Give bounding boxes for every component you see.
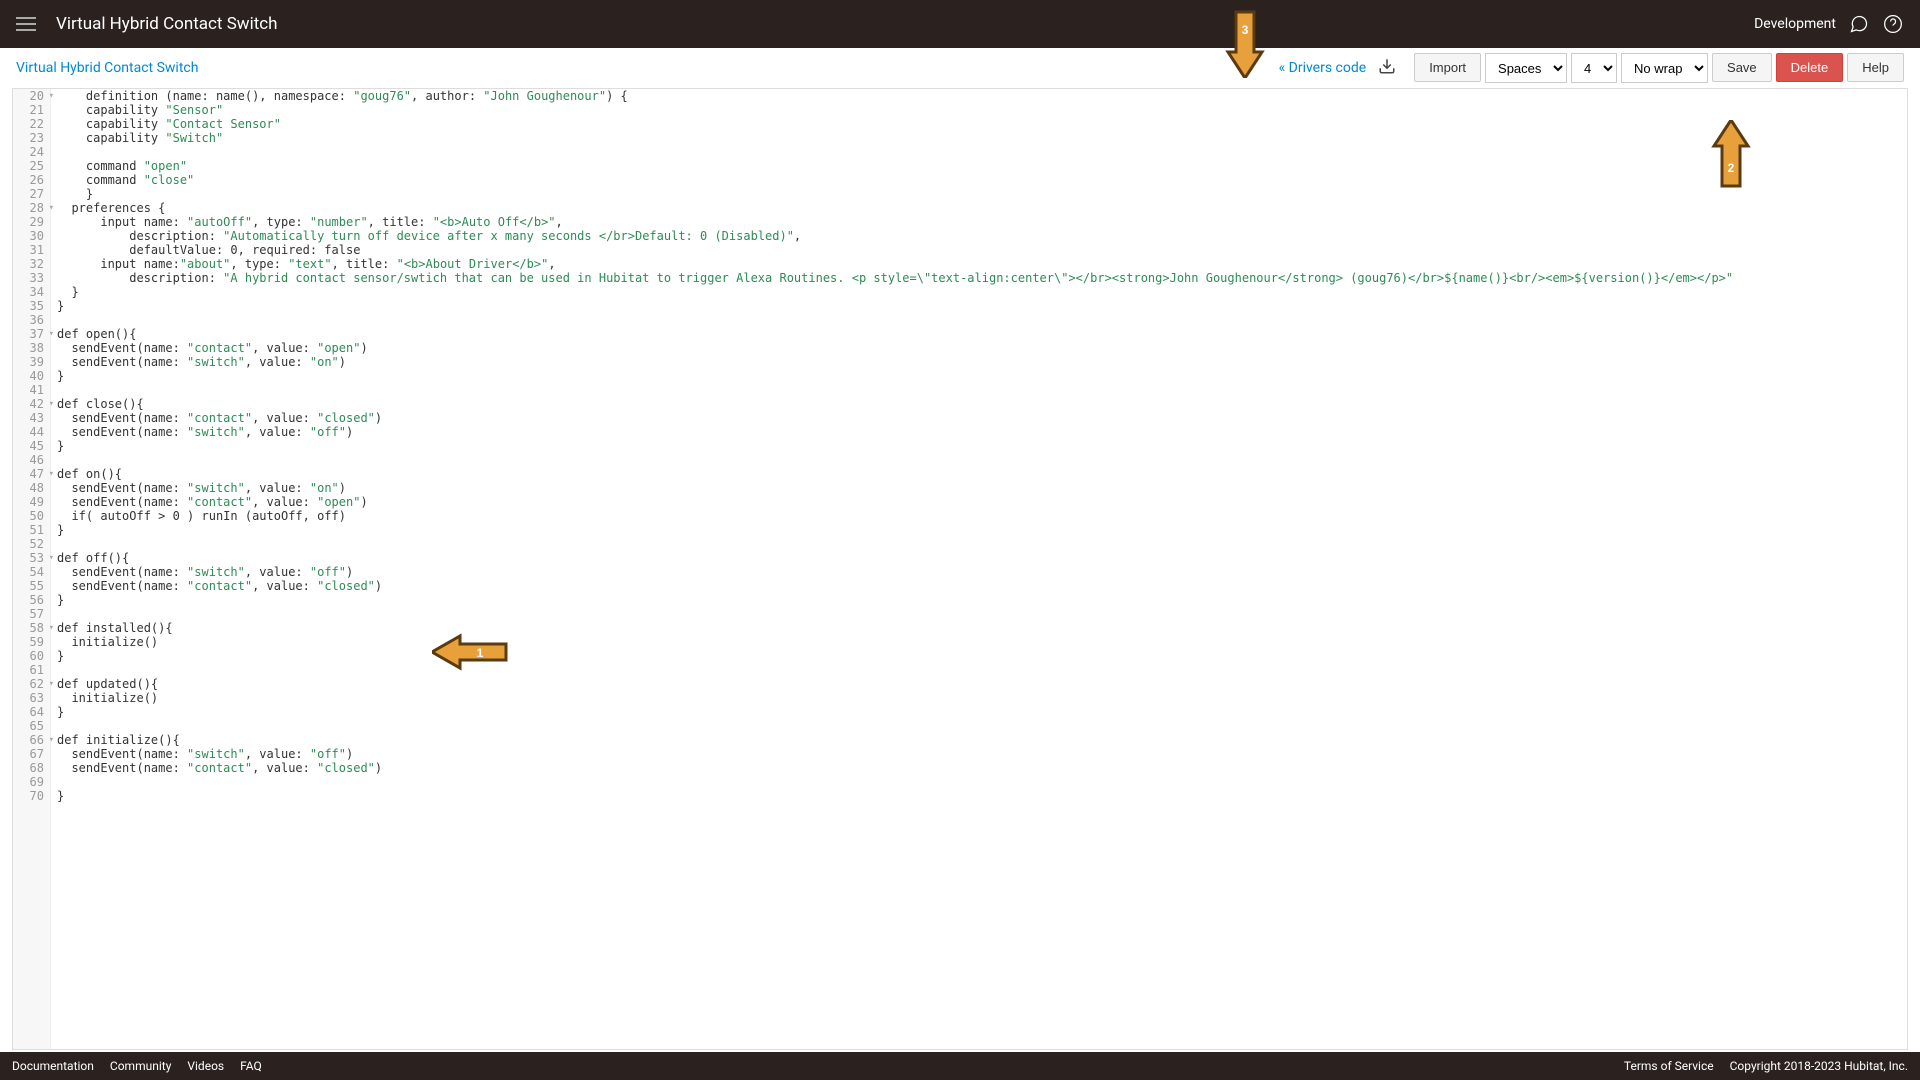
import-button[interactable]: Import bbox=[1414, 53, 1481, 82]
header-right: Development bbox=[1754, 13, 1904, 35]
page-title: Virtual Hybrid Contact Switch bbox=[56, 14, 1754, 34]
indent-mode-select[interactable]: Spaces bbox=[1485, 53, 1567, 83]
drivers-code-link[interactable]: « Drivers code bbox=[1279, 60, 1367, 76]
footer-doc-link[interactable]: Documentation bbox=[12, 1059, 94, 1073]
code-content[interactable]: definition (name: name(), namespace: "go… bbox=[57, 89, 1907, 1049]
footer-community-link[interactable]: Community bbox=[110, 1059, 171, 1073]
editor-toolbar: Virtual Hybrid Contact Switch « Drivers … bbox=[0, 48, 1920, 88]
footer-faq-link[interactable]: FAQ bbox=[240, 1059, 262, 1073]
tos-link[interactable]: Terms of Service bbox=[1624, 1059, 1714, 1073]
save-button[interactable]: Save bbox=[1712, 53, 1772, 82]
delete-button[interactable]: Delete bbox=[1776, 53, 1844, 82]
development-label[interactable]: Development bbox=[1754, 16, 1836, 32]
download-icon[interactable] bbox=[1378, 57, 1396, 79]
app-header: Virtual Hybrid Contact Switch Developmen… bbox=[0, 0, 1920, 48]
help-icon[interactable] bbox=[1882, 13, 1904, 35]
footer-links: Documentation Community Videos FAQ bbox=[12, 1059, 262, 1073]
footer-right: Terms of Service Copyright 2018-2023 Hub… bbox=[1624, 1059, 1908, 1073]
help-button[interactable]: Help bbox=[1847, 53, 1904, 82]
wrap-select[interactable]: No wrap bbox=[1621, 53, 1708, 83]
footer-videos-link[interactable]: Videos bbox=[187, 1059, 224, 1073]
chat-icon[interactable] bbox=[1848, 13, 1870, 35]
menu-icon[interactable] bbox=[16, 17, 36, 31]
indent-size-select[interactable]: 4 bbox=[1571, 53, 1617, 83]
breadcrumb[interactable]: Virtual Hybrid Contact Switch bbox=[16, 60, 198, 76]
code-editor[interactable]: 2021222324252627282930313233343536373839… bbox=[12, 88, 1908, 1050]
line-gutter: 2021222324252627282930313233343536373839… bbox=[13, 89, 51, 1049]
copyright: Copyright 2018-2023 Hubitat, Inc. bbox=[1730, 1059, 1908, 1073]
footer: Documentation Community Videos FAQ Terms… bbox=[0, 1052, 1920, 1080]
